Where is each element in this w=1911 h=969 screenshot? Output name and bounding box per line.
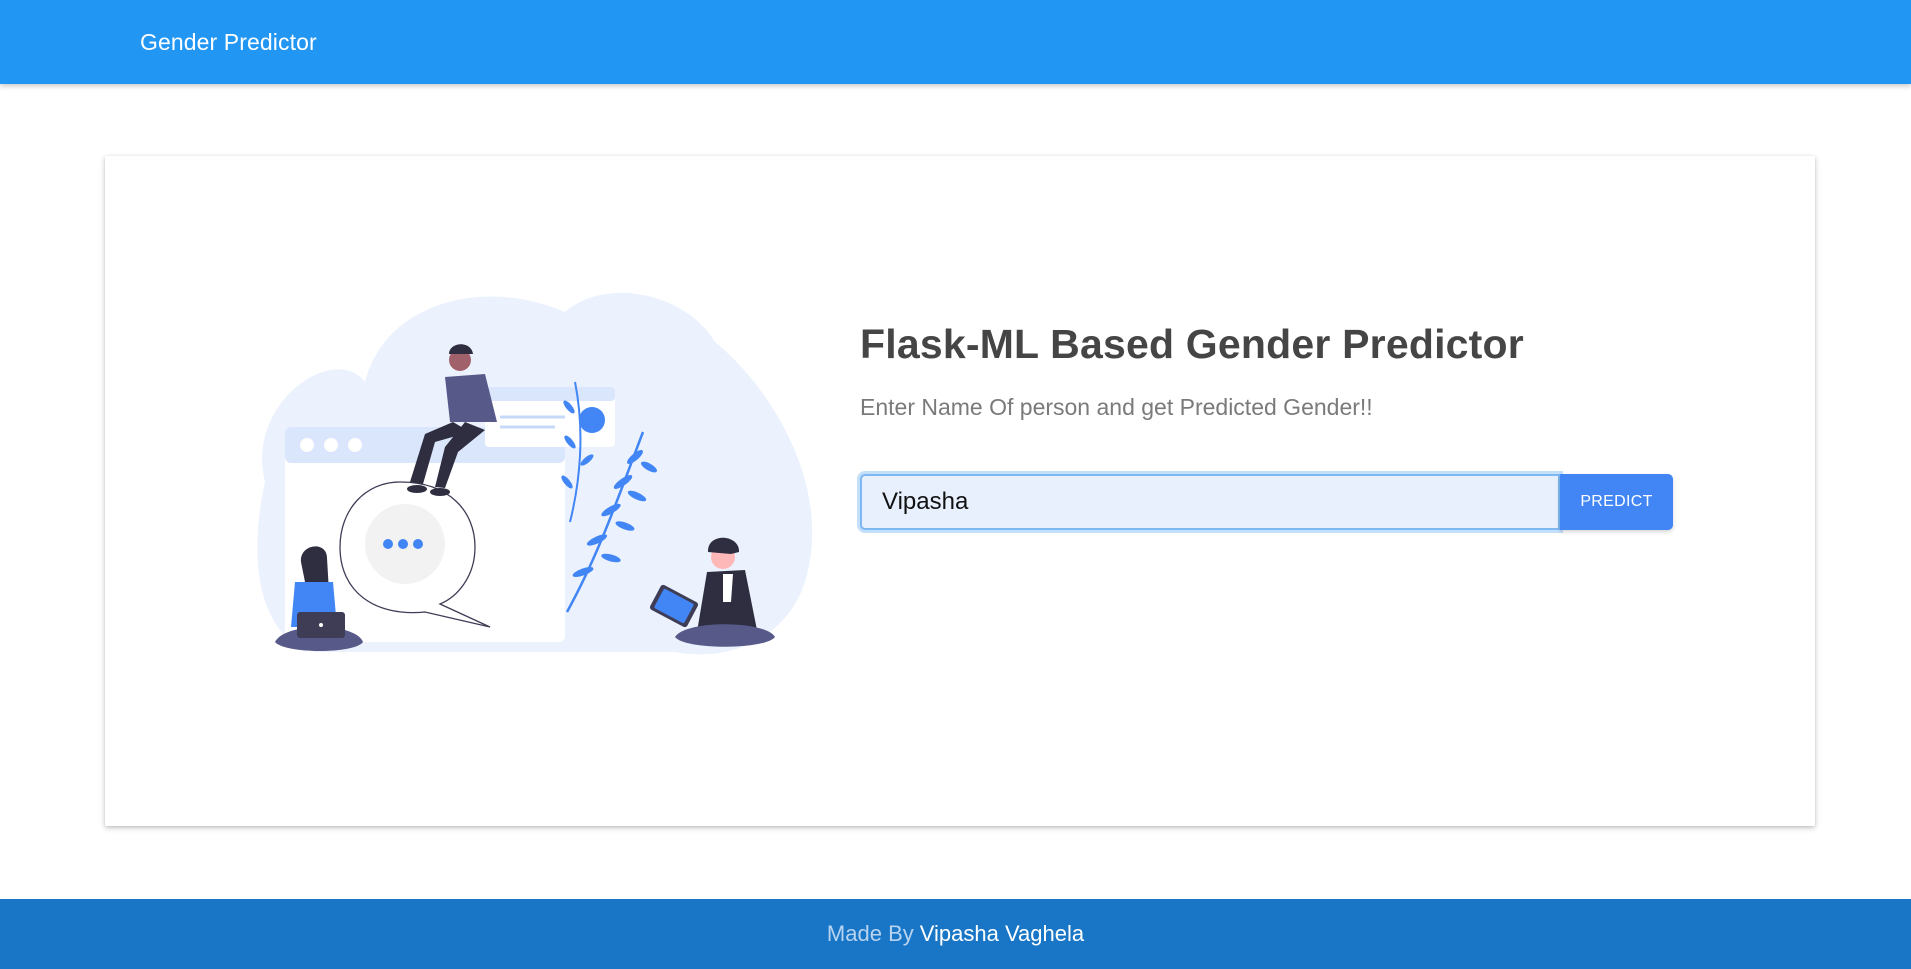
footer-made-by: Made By xyxy=(826,921,914,946)
brand-link[interactable]: Gender Predictor xyxy=(140,29,317,56)
navbar: Gender Predictor xyxy=(0,0,1911,84)
predict-button[interactable]: PREDICT xyxy=(1560,474,1673,530)
main-card: Flask-ML Based Gender Predictor Enter Na… xyxy=(105,156,1815,826)
name-input[interactable] xyxy=(860,474,1560,530)
page-title: Flask-ML Based Gender Predictor xyxy=(860,321,1524,367)
hero-content: Flask-ML Based Gender Predictor Enter Na… xyxy=(860,321,1690,530)
footer-author: Vipasha Vaghela xyxy=(919,921,1085,946)
page-subtitle: Enter Name Of person and get Predicted G… xyxy=(860,394,1373,420)
predict-form: PREDICT xyxy=(860,474,1673,530)
footer: Made By Vipasha Vaghela xyxy=(0,899,1911,969)
people-chat-illustration xyxy=(257,292,813,655)
